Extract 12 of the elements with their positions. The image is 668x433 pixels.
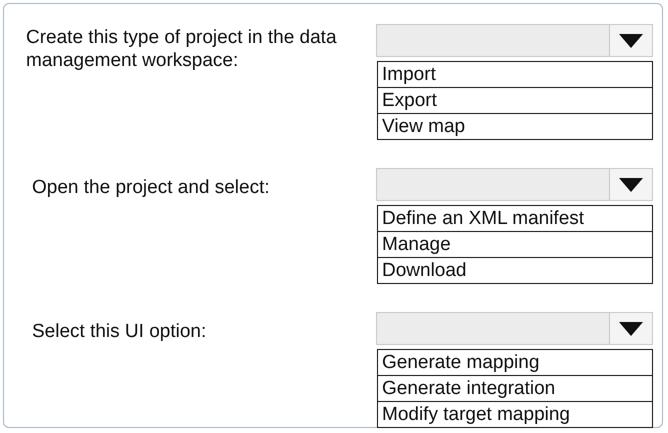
dropdown-option[interactable]: View map	[378, 113, 652, 139]
dropdown-option[interactable]: Export	[378, 87, 652, 113]
dropdown-option[interactable]: Generate mapping	[378, 350, 652, 375]
dropdown-option[interactable]: Import	[378, 62, 652, 87]
question-text: Open the project and select:	[31, 176, 271, 200]
question-text: Select this UI option:	[31, 320, 208, 344]
dropdown-option[interactable]: Modify target mapping	[378, 401, 652, 427]
dropdown-option[interactable]: Define an XML manifest	[378, 206, 652, 231]
question-text: Create this type of project in the data management workspace:	[25, 26, 338, 73]
dropdown-option[interactable]: Manage	[378, 231, 652, 257]
dropdown-option[interactable]: Generate integration	[378, 375, 652, 401]
dropdown-option[interactable]: Download	[378, 257, 652, 283]
